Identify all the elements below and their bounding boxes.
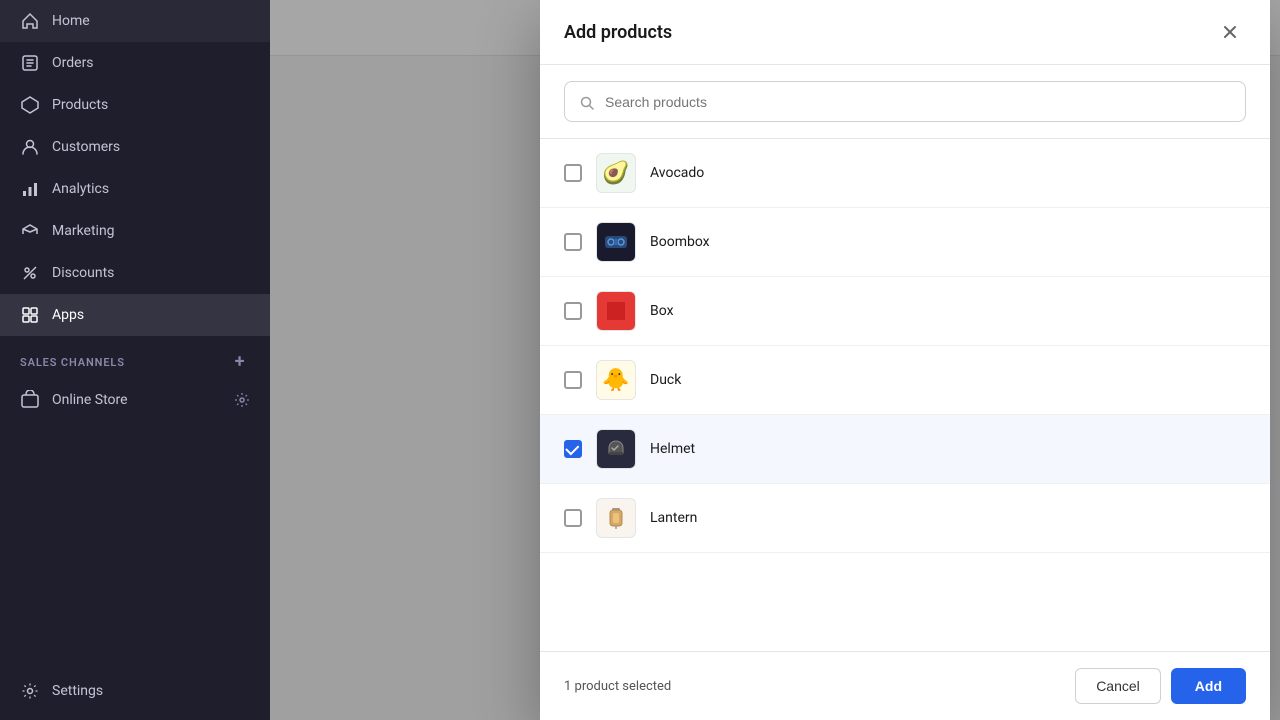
- product-item-boombox[interactable]: Boombox: [540, 208, 1270, 277]
- product-name-box: Box: [650, 303, 674, 319]
- modal-title: Add products: [564, 22, 672, 43]
- product-checkbox-avocado[interactable]: [564, 164, 582, 182]
- sidebar-item-settings-label: Settings: [52, 683, 103, 699]
- selected-count: 1 product selected: [564, 679, 671, 694]
- sidebar-item-customers[interactable]: Customers: [0, 126, 270, 168]
- cancel-button[interactable]: Cancel: [1075, 668, 1161, 704]
- sidebar-item-orders[interactable]: Orders: [0, 42, 270, 84]
- product-checkbox-box[interactable]: [564, 302, 582, 320]
- product-list: 🥑 Avocado Boombox: [540, 139, 1270, 651]
- product-thumb-boombox: [596, 222, 636, 262]
- product-item-helmet[interactable]: Helmet: [540, 415, 1270, 484]
- product-checkbox-boombox[interactable]: [564, 233, 582, 251]
- sidebar-item-apps-label: Apps: [52, 307, 84, 323]
- sidebar-item-products[interactable]: Products: [0, 84, 270, 126]
- product-thumb-lantern: [596, 498, 636, 538]
- sidebar-item-orders-label: Orders: [52, 55, 94, 71]
- product-name-boombox: Boombox: [650, 234, 710, 250]
- main-content: by VNTANA lease make sure it has been nv…: [270, 0, 1280, 720]
- sidebar-item-apps[interactable]: Apps: [0, 294, 270, 336]
- product-thumb-duck: 🐥: [596, 360, 636, 400]
- product-name-duck: Duck: [650, 372, 681, 388]
- online-store-icon: [20, 390, 40, 410]
- product-thumb-helmet: [596, 429, 636, 469]
- search-wrapper: [564, 81, 1246, 122]
- apps-icon: [20, 305, 40, 325]
- orders-icon: [20, 53, 40, 73]
- product-item-lantern[interactable]: Lantern: [540, 484, 1270, 553]
- modal-search-section: [540, 65, 1270, 139]
- sidebar-item-settings[interactable]: Settings: [0, 670, 270, 712]
- add-sales-channel-button[interactable]: +: [230, 352, 250, 372]
- products-icon: [20, 95, 40, 115]
- sales-channels-header: SALES CHANNELS +: [0, 336, 270, 380]
- sidebar-item-customers-label: Customers: [52, 139, 120, 155]
- product-checkbox-lantern[interactable]: [564, 509, 582, 527]
- sidebar-item-home[interactable]: Home: [0, 0, 270, 42]
- sidebar-item-online-store[interactable]: Online Store: [0, 380, 270, 420]
- home-icon: [20, 11, 40, 31]
- search-icon: [579, 92, 595, 111]
- sidebar-item-home-label: Home: [52, 13, 90, 29]
- footer-buttons: Cancel Add: [1075, 668, 1246, 704]
- marketing-icon: [20, 221, 40, 241]
- add-button[interactable]: Add: [1171, 668, 1246, 704]
- modal-footer: 1 product selected Cancel Add: [540, 651, 1270, 720]
- online-store-settings-icon[interactable]: [234, 392, 250, 408]
- product-name-helmet: Helmet: [650, 441, 695, 457]
- sidebar-item-analytics[interactable]: Analytics: [0, 168, 270, 210]
- modal-close-button[interactable]: [1214, 16, 1246, 48]
- discounts-icon: [20, 263, 40, 283]
- settings-icon: [20, 681, 40, 701]
- customers-icon: [20, 137, 40, 157]
- product-thumb-avocado: 🥑: [596, 153, 636, 193]
- search-input[interactable]: [605, 94, 1231, 110]
- product-checkbox-helmet[interactable]: [564, 440, 582, 458]
- product-item-duck[interactable]: 🐥 Duck: [540, 346, 1270, 415]
- sidebar-item-products-label: Products: [52, 97, 108, 113]
- sidebar-item-analytics-label: Analytics: [52, 181, 109, 197]
- sidebar: Home Orders Products Customers: [0, 0, 270, 720]
- sidebar-item-discounts[interactable]: Discounts: [0, 252, 270, 294]
- product-name-avocado: Avocado: [650, 165, 704, 181]
- sidebar-item-discounts-label: Discounts: [52, 265, 114, 281]
- analytics-icon: [20, 179, 40, 199]
- product-item-box[interactable]: Box: [540, 277, 1270, 346]
- product-checkbox-duck[interactable]: [564, 371, 582, 389]
- product-item-avocado[interactable]: 🥑 Avocado: [540, 139, 1270, 208]
- sidebar-item-marketing-label: Marketing: [52, 223, 115, 239]
- sidebar-item-marketing[interactable]: Marketing: [0, 210, 270, 252]
- product-name-lantern: Lantern: [650, 510, 697, 526]
- add-products-modal: Add products: [540, 0, 1270, 720]
- product-thumb-box: [596, 291, 636, 331]
- modal-header: Add products: [540, 0, 1270, 65]
